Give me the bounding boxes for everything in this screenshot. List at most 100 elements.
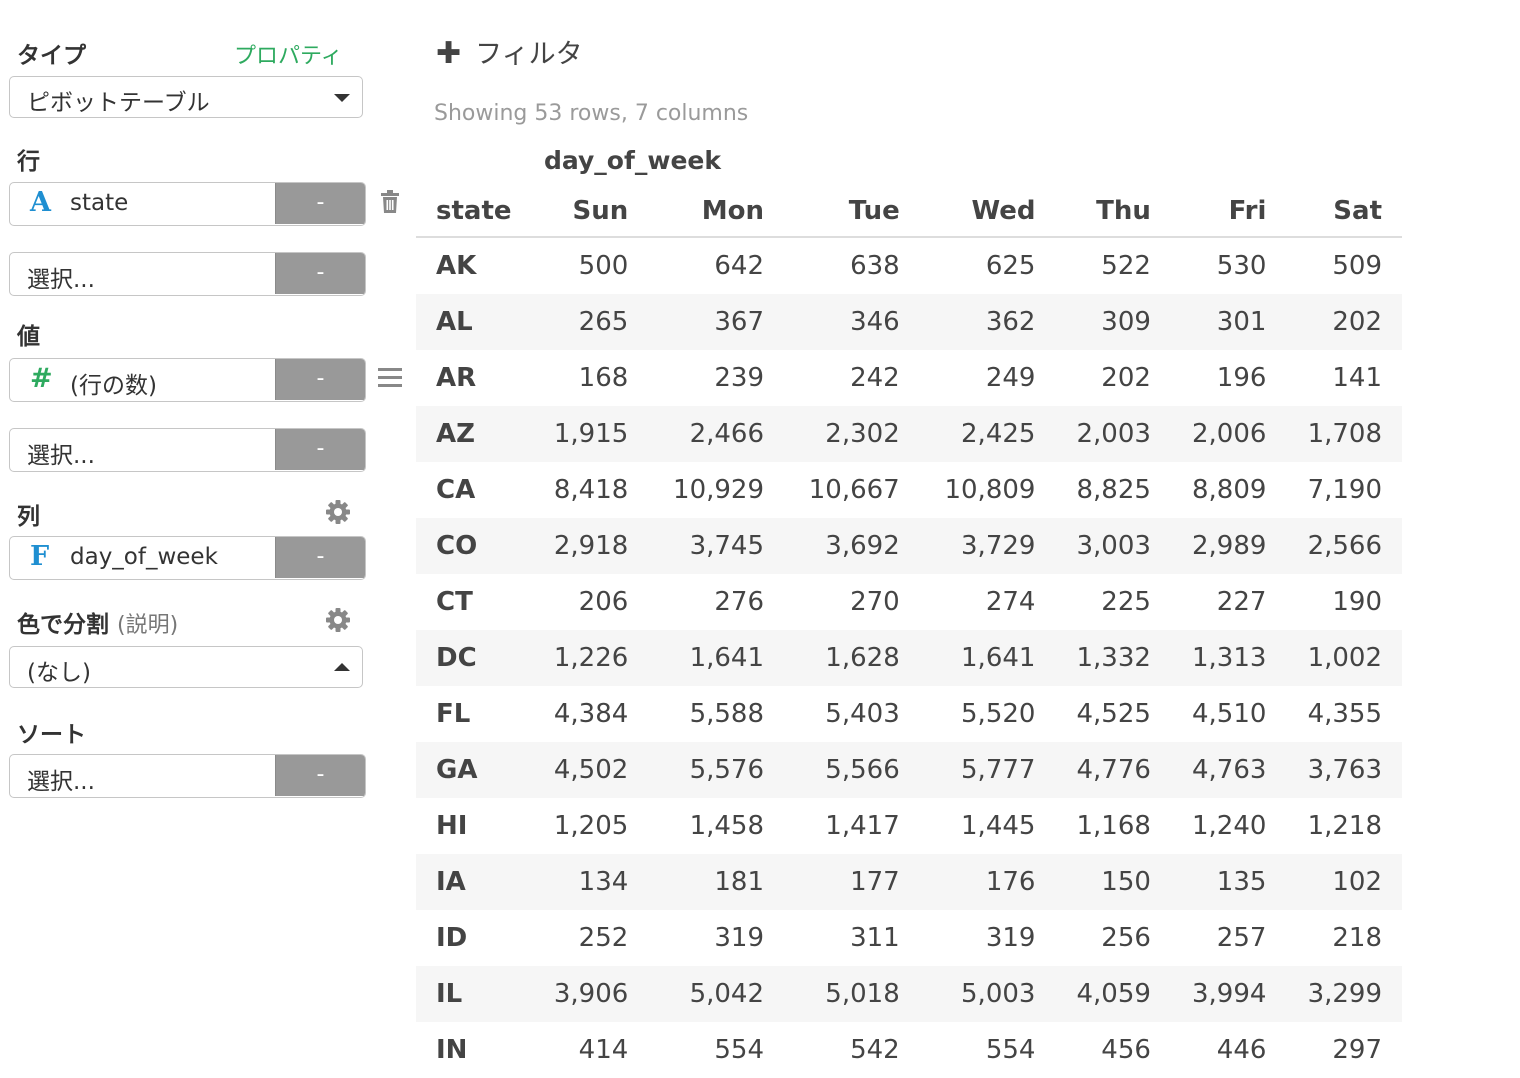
column-header-cell[interactable]: Wed (919, 186, 1056, 238)
value-cell: 1,445 (961, 811, 1036, 841)
row-label-cell: GA (416, 742, 533, 798)
column-header-cell[interactable]: Sat (1286, 186, 1402, 238)
value-cell: 196 (1216, 363, 1267, 393)
column-header-cell[interactable]: Sun (532, 186, 649, 238)
value-cell: 242 (850, 363, 900, 393)
sort-field-selector[interactable]: 選択... (10, 755, 276, 796)
column-field-day-of-week: F day_of_week - (9, 536, 366, 580)
value-cell: 202 (1101, 363, 1151, 393)
value-cell: 4,059 (1055, 966, 1171, 1022)
value-cell: 414 (578, 1035, 629, 1065)
column-header-cell[interactable]: Fri (1170, 186, 1287, 238)
row-field-state: A state - (9, 182, 366, 226)
remove-value-field-empty-button[interactable]: - (275, 429, 365, 470)
value-cell: 102 (1286, 854, 1402, 910)
row-label-cell: ID (436, 923, 468, 953)
row-label-cell: CA (436, 475, 476, 505)
remove-value-field-button[interactable]: - (275, 359, 365, 400)
column-header-cell[interactable]: Mon (648, 186, 785, 238)
value-field-name: (行の数) (70, 373, 157, 399)
value-field-add-selector[interactable]: 選択... (10, 429, 276, 470)
gear-icon[interactable] (325, 499, 351, 525)
value-cell: 7,190 (1307, 475, 1382, 505)
chevron-up-icon (334, 663, 350, 671)
value-cell: 2,302 (784, 406, 920, 462)
value-cell: 1,641 (919, 630, 1056, 686)
value-cell: 1,417 (825, 811, 900, 841)
value-cell: 1,915 (532, 406, 649, 462)
column-header-cell[interactable]: Thu (1055, 186, 1171, 238)
value-cell: 4,525 (1076, 699, 1151, 729)
remove-row-field-button[interactable]: - (275, 183, 365, 224)
value-cell: 297 (1332, 1035, 1382, 1065)
row-field-selector[interactable]: A state (10, 183, 276, 224)
pivot-body: AK 500 642 638 625 522 530 509 AL 265 367 346 362 309… (416, 237, 1402, 1078)
color-split-value: (なし) (27, 660, 91, 686)
table-row: AR 168 239 242 249 202 196 141 (416, 350, 1402, 406)
menu-icon[interactable] (377, 366, 403, 392)
value-cell: 227 (1216, 587, 1267, 617)
gear-icon[interactable] (325, 607, 351, 633)
color-split-sub: (説明) (117, 613, 179, 638)
value-cell: 1,205 (553, 811, 629, 841)
rows-label: 行 (17, 149, 40, 175)
value-cell: 8,418 (553, 475, 629, 505)
value-cell: 141 (1332, 363, 1382, 393)
value-cell: 362 (919, 294, 1056, 350)
value-cell: 206 (578, 587, 629, 617)
value-cell: 2,003 (1055, 406, 1171, 462)
value-cell: 4,776 (1055, 742, 1171, 798)
row-field-empty: 選択... - (9, 252, 366, 296)
value-cell: 270 (850, 587, 900, 617)
value-cell: 319 (714, 923, 765, 953)
table-row: IA 134 181 177 176 150 135 102 (416, 854, 1402, 910)
row-label-cell: AR (436, 363, 477, 393)
color-split-select[interactable]: (なし) (9, 646, 363, 688)
table-row: HI 1,205 1,458 1,417 1,445 1,168 1,240 1,218 (416, 798, 1402, 854)
add-filter-button[interactable]: ✚ フィルタ (436, 32, 583, 71)
value-cell: 252 (578, 923, 629, 953)
value-cell: 2,006 (1170, 406, 1287, 462)
value-cell: 190 (1332, 587, 1382, 617)
trash-icon[interactable] (377, 189, 403, 215)
value-cell: 642 (714, 251, 765, 281)
value-cell: 256 (1101, 923, 1151, 953)
value-cell: 10,929 (673, 475, 765, 505)
chart-type-value: ピボットテーブル (27, 90, 210, 116)
value-cell: 638 (850, 251, 900, 281)
column-header-cell[interactable]: Tue (784, 186, 920, 238)
value-cell: 3,994 (1170, 966, 1287, 1022)
value-cell: 218 (1332, 923, 1382, 953)
remove-sort-field-button[interactable]: - (275, 755, 365, 796)
value-field-empty: 選択... - (9, 428, 366, 472)
value-cell: 5,777 (919, 742, 1056, 798)
remove-column-field-button[interactable]: - (275, 537, 365, 578)
column-field-name: day_of_week (70, 544, 218, 570)
value-cell: 4,502 (532, 742, 649, 798)
value-cell: 5,003 (919, 966, 1056, 1022)
number-type-icon: # (30, 363, 53, 394)
row-label-cell: AK (436, 251, 477, 281)
value-cell: 1,226 (532, 630, 649, 686)
value-cell: 177 (784, 854, 920, 910)
value-cell: 625 (985, 251, 1036, 281)
value-cell: 5,403 (825, 699, 900, 729)
chart-type-select[interactable]: ピボットテーブル (9, 76, 363, 118)
properties-link[interactable]: プロパティ (234, 38, 343, 70)
value-cell: 367 (648, 294, 785, 350)
value-cell: 3,729 (919, 518, 1056, 574)
value-cell: 456 (1101, 1035, 1151, 1065)
row-label-cell: IA (416, 854, 533, 910)
row-label-cell: FL (436, 699, 471, 729)
remove-row-field-empty-button[interactable]: - (275, 253, 365, 294)
value-cell: 5,042 (648, 966, 785, 1022)
value-cell: 276 (714, 587, 765, 617)
value-cell: 239 (714, 363, 765, 393)
row-header-cell[interactable]: state (416, 186, 533, 238)
sort-field-placeholder: 選択... (27, 769, 95, 795)
row-field-add-selector[interactable]: 選択... (10, 253, 276, 294)
column-field-selector[interactable]: F day_of_week (10, 537, 276, 578)
value-field-selector[interactable]: # (行の数) (10, 359, 276, 400)
value-cell: 2,566 (1286, 518, 1402, 574)
value-cell: 5,018 (784, 966, 920, 1022)
